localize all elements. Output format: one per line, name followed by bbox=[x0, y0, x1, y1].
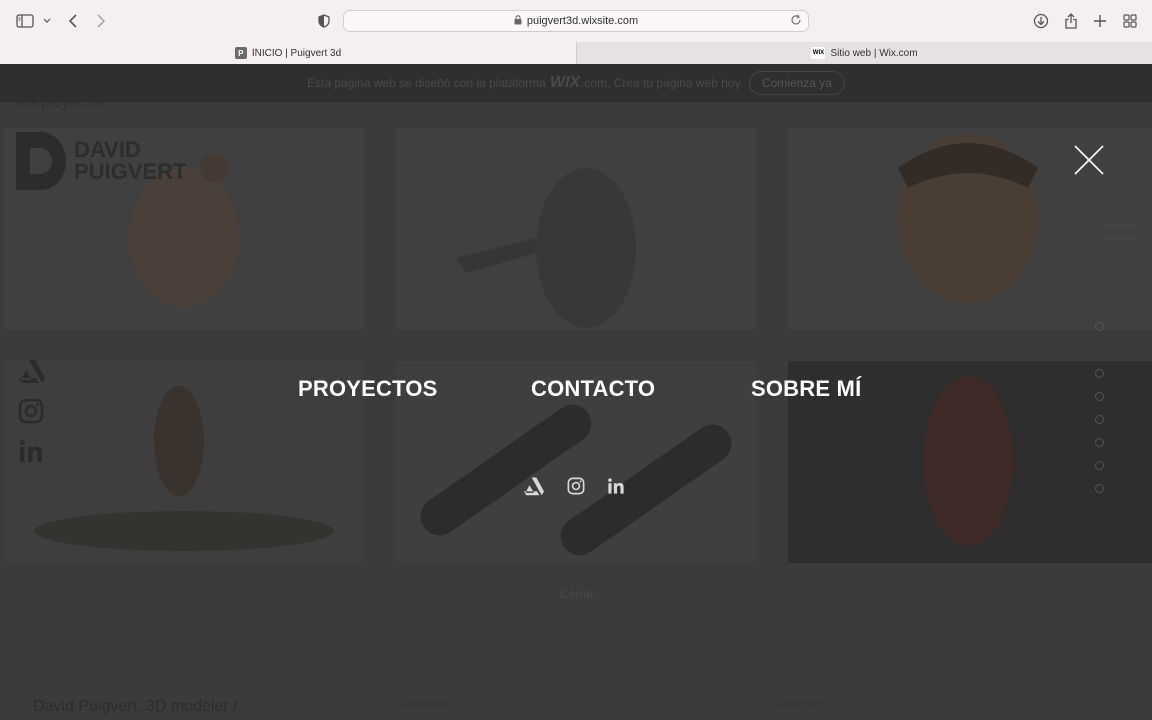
logo-mark-icon bbox=[16, 132, 66, 190]
tab-inicio[interactable]: P INICIO | Puigvert 3d bbox=[0, 42, 576, 64]
new-tab-icon[interactable] bbox=[1090, 11, 1110, 31]
menu-item-sobre-mi[interactable]: SOBRE MÍ bbox=[751, 376, 861, 402]
browser-window: puigvert3d.wixsite.com P INICIO | Puigve… bbox=[0, 0, 1152, 720]
menu-item-contacto[interactable]: CONTACTO bbox=[531, 376, 655, 402]
tab-title: INICIO | Puigvert 3d bbox=[251, 47, 342, 59]
section-dot[interactable] bbox=[1095, 415, 1104, 424]
logo-line-1: DAVID bbox=[74, 137, 141, 162]
share-icon[interactable] bbox=[1061, 11, 1081, 31]
menu-item-proyectos[interactable]: PROYECTOS bbox=[298, 376, 438, 402]
footer-contact-heading: Contacto bbox=[400, 696, 449, 710]
section-dot[interactable] bbox=[1095, 484, 1104, 493]
sidebar-toggle-icon[interactable] bbox=[15, 11, 35, 31]
tab-wix[interactable]: WIX Sitio web | Wix.com bbox=[576, 42, 1152, 64]
instagram-icon[interactable] bbox=[567, 477, 585, 495]
side-social-icons bbox=[18, 358, 46, 464]
wix-banner: Esta página web se diseñó con la platafo… bbox=[0, 64, 1152, 102]
menu-social-icons bbox=[523, 476, 625, 496]
tab-overview-icon[interactable] bbox=[1120, 11, 1140, 31]
wix-logo: WIX bbox=[549, 73, 581, 91]
section-dot[interactable] bbox=[1095, 369, 1104, 378]
forward-icon[interactable] bbox=[91, 11, 111, 31]
back-icon[interactable] bbox=[63, 11, 83, 31]
wix-banner-text: Esta página web se diseñó con la platafo… bbox=[307, 75, 546, 90]
address-bar[interactable]: puigvert3d.wixsite.com bbox=[343, 10, 809, 32]
tab-favicon: P bbox=[234, 47, 247, 59]
tab-title: Sitio web | Wix.com bbox=[830, 47, 918, 59]
section-dot[interactable] bbox=[1095, 392, 1104, 401]
linkedin-icon[interactable] bbox=[607, 477, 625, 495]
section-dot[interactable] bbox=[1095, 461, 1104, 470]
footer-name: David Puigvert. 3D modeler / bbox=[33, 698, 238, 715]
instagram-icon[interactable] bbox=[18, 398, 44, 424]
linkedin-icon[interactable] bbox=[18, 438, 44, 464]
artstation-icon[interactable] bbox=[18, 358, 46, 384]
close-menu-icon[interactable] bbox=[1074, 145, 1104, 175]
wix-cta-button[interactable]: Comienza ya bbox=[748, 70, 845, 95]
section-dot[interactable] bbox=[1095, 322, 1104, 331]
section-heading: Mis proyectos bbox=[16, 94, 103, 110]
artstation-icon[interactable] bbox=[523, 476, 545, 496]
url-text: puigvert3d.wixsite.com bbox=[526, 15, 639, 27]
footer-follow-heading: Síguenos bbox=[776, 696, 827, 710]
hamburger-icon[interactable] bbox=[1104, 210, 1134, 252]
chevron-down-icon[interactable] bbox=[37, 11, 57, 31]
tab-favicon: WIX bbox=[811, 47, 826, 59]
section-dot[interactable] bbox=[1095, 438, 1104, 447]
project-tile[interactable] bbox=[396, 128, 756, 330]
close-link[interactable]: Cerrar bbox=[560, 587, 594, 601]
wix-banner-text-after: .com. Crea tu página web hoy. bbox=[581, 75, 743, 90]
download-icon[interactable] bbox=[1031, 11, 1051, 31]
browser-toolbar: puigvert3d.wixsite.com bbox=[0, 0, 1152, 42]
shield-icon[interactable] bbox=[314, 11, 334, 31]
lock-icon bbox=[514, 14, 522, 28]
site-logo[interactable]: DAVID PUIGVERT bbox=[16, 132, 186, 190]
section-dots bbox=[1095, 322, 1104, 493]
logo-line-2: PUIGVERT bbox=[74, 159, 187, 184]
tab-bar: P INICIO | Puigvert 3d WIX Sitio web | W… bbox=[0, 42, 1152, 64]
reload-icon[interactable] bbox=[790, 14, 802, 29]
